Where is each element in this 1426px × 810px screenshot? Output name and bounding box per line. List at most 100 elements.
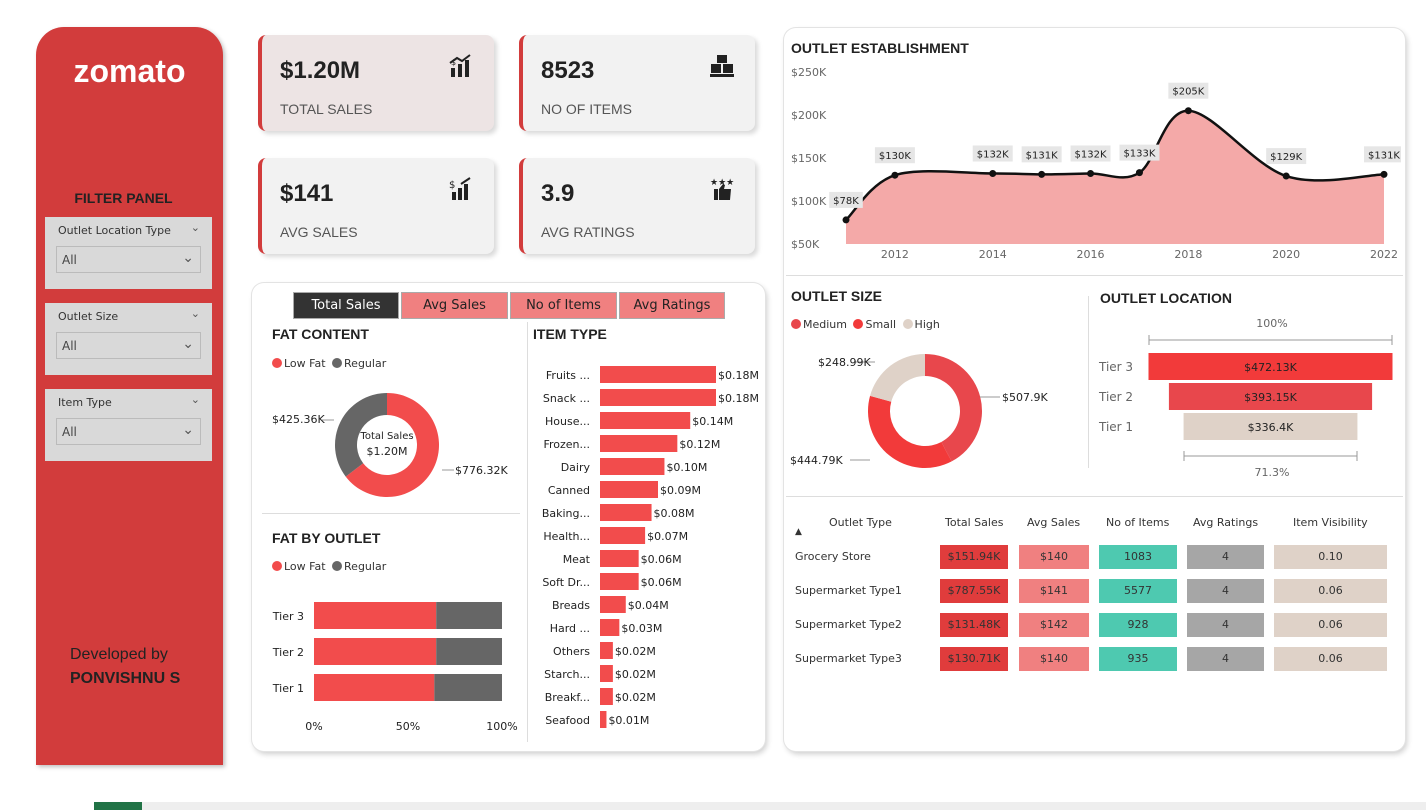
data-point[interactable] [891,171,899,179]
cell-total-sales: $130.71K [940,647,1008,671]
data-label: $131K [1368,150,1400,161]
kpi-total-sales: $1.20M TOTAL SALES $ [258,35,494,131]
data-point[interactable] [1087,169,1095,177]
bar[interactable] [600,366,716,383]
donut-label-low-fat: $776.32K [455,464,508,477]
kpi-label: AVG RATINGS [541,224,635,240]
data-point[interactable] [842,216,850,224]
donut-label-regular: $425.36K [272,413,325,426]
cell-outlet-type: Supermarket Type1 [795,584,902,597]
kpi-no-of-items: 8523 NO OF ITEMS [519,35,755,131]
table-header-outlet-type[interactable]: Outlet Type [829,516,892,529]
chevron-down-icon[interactable]: ⌄ [191,307,200,320]
tab-total-sales[interactable]: Total Sales [293,292,399,319]
data-point[interactable] [1038,170,1046,178]
bar-segment[interactable] [314,674,435,701]
bar[interactable] [600,412,691,429]
table-row[interactable]: Grocery Store $151.94K $140 1083 4 0.10 [790,545,1400,569]
table-header-avg-sales[interactable]: Avg Sales [1027,516,1080,529]
chevron-down-icon[interactable]: ⌄ [191,221,200,234]
donut-center-value: $1.20M [367,445,408,458]
slicer-outlet-location-type[interactable]: Outlet Location Type ⌄ All ⌄ [45,217,212,289]
data-point[interactable] [1282,172,1290,180]
bar[interactable] [600,642,613,659]
table-header-item-visibility[interactable]: Item Visibility [1293,516,1368,529]
kpi-label: NO OF ITEMS [541,101,632,117]
tab-avg-sales[interactable]: Avg Sales [401,292,508,319]
slicer-dropdown[interactable]: All ⌄ [56,418,201,445]
bar[interactable] [600,481,658,498]
data-label: $130K [879,151,911,162]
bar-value-label: $0.14M [692,415,733,428]
table-row[interactable]: Supermarket Type3 $130.71K $140 935 4 0.06 [790,647,1400,671]
developer-name: PONVISHNU S [70,670,181,687]
y-tick-label: $250K [791,66,827,79]
bar[interactable] [600,458,665,475]
bar-segment[interactable] [314,602,437,629]
category-label: Soft Dr... [542,576,590,589]
bar-value-label: $0.08M [654,507,695,520]
donut-slice[interactable] [868,395,952,468]
slicer-dropdown[interactable]: All ⌄ [56,332,201,359]
bar[interactable] [600,665,613,682]
data-point[interactable] [1184,107,1192,115]
filter-sidebar: zomato FILTER PANEL Outlet Location Type… [36,27,223,765]
category-label: Tier 2 [1098,390,1133,404]
bar-segment[interactable] [434,674,502,701]
page-tab-strip [94,802,1426,810]
slicer-label: Outlet Location Type [58,224,171,237]
bar[interactable] [600,527,646,544]
fat-content-donut: Total Sales $1.20M $776.32K $425.36K [272,393,508,497]
sort-arrow-icon[interactable]: ▲ [795,527,802,537]
outlet-size-donut: $507.9K $444.79K $248.99K [790,354,1048,468]
page-tab-active[interactable] [94,802,142,810]
bar[interactable] [600,596,626,613]
slicer-dropdown[interactable]: All ⌄ [56,246,201,273]
kpi-value: 3.9 [541,180,575,207]
cell-avg-sales: $141 [1019,579,1089,603]
bar[interactable] [600,619,620,636]
bar[interactable] [600,435,678,452]
chevron-down-icon[interactable]: ⌄ [182,422,194,438]
bar[interactable] [600,573,639,590]
data-point[interactable] [1380,170,1388,178]
legend-dot [272,358,282,368]
category-label: Breads [552,599,590,612]
category-label: Snack ... [543,392,590,405]
data-point[interactable] [989,169,997,177]
slicer-label: Outlet Size [58,310,119,323]
slicer-outlet-size[interactable]: Outlet Size ⌄ All ⌄ [45,303,212,375]
donut-slice[interactable] [870,354,925,402]
table-header-total-sales[interactable]: Total Sales [945,516,1003,529]
legend-dot [272,561,282,571]
bar-value-label: $0.09M [660,484,701,497]
bar-value-label: $0.03M [621,622,662,635]
item-type-title: ITEM TYPE [533,326,607,342]
fat-by-outlet-legend: Low Fat Regular [272,560,386,573]
chevron-down-icon[interactable]: ⌄ [182,250,194,266]
table-header-avg-ratings[interactable]: Avg Ratings [1193,516,1258,529]
table-header-no-of-items[interactable]: No of Items [1106,516,1169,529]
x-tick-label: 2014 [979,248,1007,261]
bar-value-label: $0.12M [679,438,720,451]
bar-segment[interactable] [314,638,437,665]
tab-avg-ratings[interactable]: Avg Ratings [619,292,725,319]
cell-total-sales: $131.48K [940,613,1008,637]
data-point[interactable] [1135,169,1143,177]
thumbs-stars-icon: ★★★ [710,178,734,200]
bar[interactable] [600,711,607,728]
kpi-avg-ratings: 3.9 AVG RATINGS ★★★ [519,158,755,254]
bar-segment[interactable] [436,602,502,629]
bar[interactable] [600,504,652,521]
bar-segment[interactable] [436,638,502,665]
data-label: $132K [1075,149,1107,160]
table-row[interactable]: Supermarket Type1 $787.55K $141 5577 4 0.06 [790,579,1400,603]
chevron-down-icon[interactable]: ⌄ [182,336,194,352]
table-row[interactable]: Supermarket Type2 $131.48K $142 928 4 0.06 [790,613,1400,637]
chevron-down-icon[interactable]: ⌄ [191,393,200,406]
slicer-item-type[interactable]: Item Type ⌄ All ⌄ [45,389,212,461]
tab-no-of-items[interactable]: No of Items [510,292,617,319]
bar[interactable] [600,389,716,406]
bar[interactable] [600,550,639,567]
bar[interactable] [600,688,613,705]
